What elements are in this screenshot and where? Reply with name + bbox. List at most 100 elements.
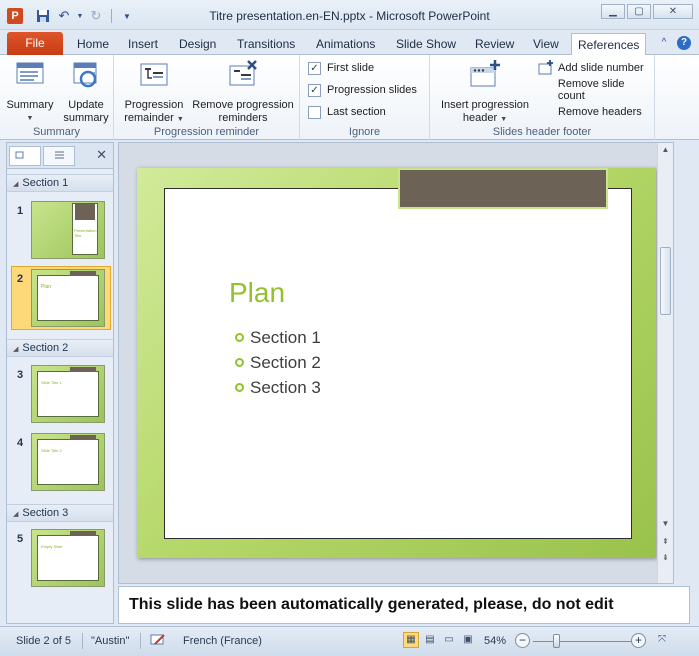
bullet-icon xyxy=(235,358,244,367)
section-header-2[interactable]: ◢ Section 2 xyxy=(7,339,113,357)
close-panel-icon[interactable]: ✕ xyxy=(96,147,107,163)
tab-slide-show[interactable]: Slide Show xyxy=(390,33,462,55)
slide-content-frame: Plan Section 1 Section 2 Section 3 xyxy=(164,188,632,539)
slides-panel-tabs: ✕ xyxy=(7,143,113,169)
slide-header-tab xyxy=(398,168,608,209)
slide-sorter-view-icon[interactable]: ▤ xyxy=(422,632,438,648)
slide-number-5: 5 xyxy=(17,533,24,545)
status-bar: Slide 2 of 5 "Austin" French (France) ▦ … xyxy=(0,626,699,656)
spelling-check-icon[interactable] xyxy=(150,633,168,649)
zoom-level[interactable]: 54% xyxy=(484,633,506,649)
remove-slide-count-button[interactable]: Remove slide count xyxy=(538,78,654,102)
notes-pane[interactable]: This slide has been automatically genera… xyxy=(118,586,690,624)
outline-tab[interactable] xyxy=(43,146,75,166)
tab-file[interactable]: File xyxy=(7,32,63,55)
vertical-scrollbar[interactable]: ▲ ▼ ⇞ ⇟ xyxy=(657,143,673,583)
zoom-out-button[interactable]: − xyxy=(515,633,530,648)
collapse-triangle-icon: ◢ xyxy=(13,181,19,188)
slide-bullet-list[interactable]: Section 1 Section 2 Section 3 xyxy=(235,325,321,400)
slide-thumbnail-5[interactable]: Empty Slide xyxy=(31,529,105,587)
summary-icon xyxy=(16,62,44,84)
remove-progression-reminders-button[interactable]: Remove progression reminders xyxy=(188,59,298,125)
remove-headers-icon xyxy=(538,104,554,120)
remove-progression-icon xyxy=(229,60,257,86)
remove-headers-button[interactable]: Remove headers xyxy=(538,103,642,121)
tab-review[interactable]: Review xyxy=(469,33,520,55)
slide-number-3: 3 xyxy=(17,369,24,381)
bullet-item: Section 2 xyxy=(235,350,321,375)
slide-number-1: 1 xyxy=(17,205,24,217)
reading-view-icon[interactable]: ▭ xyxy=(441,632,457,648)
window-title: Titre presentation.en-EN.pptx - Microsof… xyxy=(209,9,490,23)
slide-editor: Plan Section 1 Section 2 Section 3 ▲ ▼ ⇞… xyxy=(118,142,674,584)
tab-view[interactable]: View xyxy=(527,33,565,55)
remove-headers-label: Remove headers xyxy=(558,106,642,118)
slide-title[interactable]: Plan xyxy=(229,277,285,309)
collapse-triangle-icon: ◢ xyxy=(13,511,19,518)
insert-progression-header-icon xyxy=(470,60,500,87)
summary-button[interactable]: Summary ▼ xyxy=(6,59,54,125)
help-icon[interactable]: ? xyxy=(677,36,691,50)
scroll-down-icon[interactable]: ▼ xyxy=(658,517,673,531)
group-slides-header-footer: Insert progression header ▼ Add slide nu… xyxy=(430,55,655,140)
first-slide-checkbox[interactable]: ✓ xyxy=(308,61,321,75)
insert-progression-header-label-2: header ▼ xyxy=(462,112,508,124)
slide-thumbnail-1[interactable]: Presentation Title xyxy=(31,201,105,259)
tab-design[interactable]: Design xyxy=(173,33,222,55)
scroll-up-icon[interactable]: ▲ xyxy=(658,143,673,157)
progression-slides-checkbox[interactable]: ✓ xyxy=(308,83,321,97)
theme-name-status: "Austin" xyxy=(91,635,130,647)
tab-references[interactable]: References xyxy=(571,33,646,56)
slide-position-status: Slide 2 of 5 xyxy=(16,635,72,647)
close-button[interactable]: ✕ xyxy=(653,4,693,19)
next-slide-icon[interactable]: ⇟ xyxy=(658,551,673,565)
bullet-item: Section 3 xyxy=(235,375,321,400)
normal-view-icon[interactable]: ▦ xyxy=(403,632,419,648)
progression-slides-checkbox-row[interactable]: ✓ Progression slides xyxy=(308,81,417,99)
update-summary-button[interactable]: Update summary xyxy=(60,59,112,125)
zoom-slider-knob[interactable] xyxy=(553,634,560,648)
language-status[interactable]: French (France) xyxy=(183,633,262,649)
minimize-button[interactable]: ▁ xyxy=(601,4,625,19)
tab-insert[interactable]: Insert xyxy=(122,33,164,55)
insert-progression-header-label-1: Insert progression xyxy=(440,99,530,111)
section-header-3[interactable]: ◢ Section 3 xyxy=(7,504,113,522)
first-slide-checkbox-row[interactable]: ✓ First slide xyxy=(308,59,374,77)
remove-slide-count-icon xyxy=(538,82,554,98)
ribbon-help-area: ^ ? xyxy=(657,36,691,50)
slides-tab-icon xyxy=(15,151,24,159)
slide-thumbnail-3[interactable]: Slide Title 1 xyxy=(31,365,105,423)
notes-text[interactable]: This slide has been automatically genera… xyxy=(129,596,614,614)
summary-dropdown-icon: ▼ xyxy=(26,115,34,122)
fit-slide-to-window-icon[interactable]: ⤧ xyxy=(654,632,670,648)
slide-thumbnail-2[interactable]: Plan xyxy=(31,269,105,327)
progression-remainder-button[interactable]: Progression remainder ▼ xyxy=(120,59,188,126)
slides-tab[interactable] xyxy=(9,146,41,166)
scrollbar-thumb[interactable] xyxy=(660,247,671,315)
update-summary-icon xyxy=(73,62,97,88)
maximize-button[interactable]: ▢ xyxy=(627,4,651,19)
tab-home[interactable]: Home xyxy=(71,33,115,55)
current-slide[interactable]: Plan Section 1 Section 2 Section 3 xyxy=(137,168,656,558)
last-section-checkbox-row[interactable]: Last section xyxy=(308,103,386,121)
previous-slide-icon[interactable]: ⇞ xyxy=(658,535,673,549)
slide-show-view-icon[interactable]: ▣ xyxy=(460,632,476,648)
slide-thumbnail-4[interactable]: Slide Title 2 xyxy=(31,433,105,491)
progression-remainder-label-1: Progression xyxy=(124,99,184,111)
progression-slides-label: Progression slides xyxy=(327,84,417,96)
zoom-in-button[interactable]: + xyxy=(631,633,646,648)
section-header-1[interactable]: ◢ Section 1 xyxy=(7,174,113,192)
progression-remainder-icon xyxy=(140,63,168,86)
insert-progression-header-button[interactable]: Insert progression header ▼ xyxy=(434,59,536,126)
last-section-checkbox[interactable] xyxy=(308,105,321,119)
zoom-slider-track[interactable] xyxy=(533,641,631,642)
bullet-item: Section 1 xyxy=(235,325,321,350)
minimize-ribbon-icon[interactable]: ^ xyxy=(657,36,671,50)
tab-animations[interactable]: Animations xyxy=(310,33,381,55)
window-controls: ▁ ▢ ✕ xyxy=(601,4,693,19)
ribbon-tabs: File Home Insert Design Transitions Anim… xyxy=(0,30,699,56)
tab-transitions[interactable]: Transitions xyxy=(231,33,301,55)
add-slide-number-button[interactable]: Add slide number xyxy=(538,59,644,77)
group-slides-header-label: Slides header footer xyxy=(492,126,592,138)
remove-progression-label-2: reminders xyxy=(218,112,268,124)
